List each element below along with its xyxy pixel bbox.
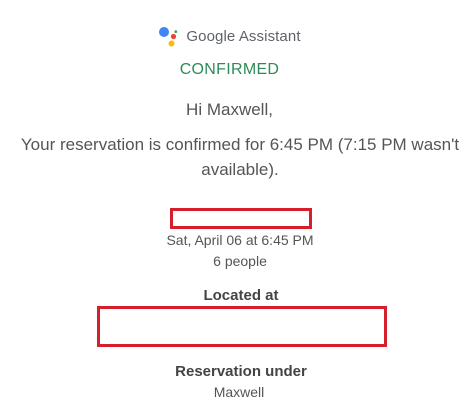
redacted-restaurant-name	[170, 208, 312, 229]
confirmation-message: Your reservation is confirmed for 6:45 P…	[20, 135, 459, 179]
reservation-datetime: Sat, April 06 at 6:45 PM	[166, 232, 314, 248]
reservation-under-label: Reservation under	[175, 363, 307, 380]
reservation-email: Google Assistant CONFIRMED Hi Maxwell, Y…	[0, 0, 459, 405]
google-assistant-icon	[159, 27, 178, 47]
brand-name-google: Google	[186, 27, 236, 45]
reservation-under-name: Maxwell	[213, 384, 265, 400]
brand-header: Google Assistant	[0, 25, 459, 47]
status-label: CONFIRMED	[179, 61, 280, 78]
brand-name: Google Assistant	[186, 28, 300, 45]
greeting-text: Hi Maxwell,	[186, 100, 273, 119]
located-at-label: Located at	[203, 287, 279, 304]
party-size: 6 people	[213, 253, 267, 269]
redacted-address	[97, 306, 387, 347]
brand-name-product: Assistant	[238, 27, 301, 45]
